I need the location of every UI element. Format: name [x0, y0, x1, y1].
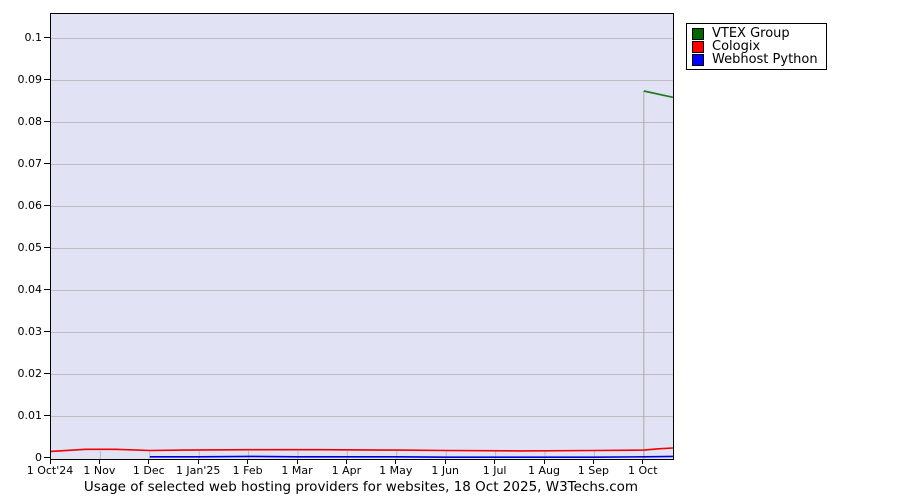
y-axis-tick [44, 37, 50, 38]
legend-swatch-icon [692, 28, 704, 40]
series-line-vtex-group [644, 91, 673, 97]
y-axis-tick-label: 0.1 [0, 31, 42, 45]
y-axis-tick-label: 0.08 [0, 115, 42, 129]
y-axis-tick-label: 0.06 [0, 199, 42, 213]
y-axis-tick [44, 205, 50, 206]
chart-plot-area [50, 13, 674, 460]
y-axis-tick-label: 0.03 [0, 325, 42, 339]
legend: VTEX GroupCologixWebhost Python [686, 23, 827, 70]
y-axis-tick-label: 0.01 [0, 409, 42, 423]
legend-item-webhost-python: Webhost Python [692, 53, 818, 66]
y-axis-tick [44, 457, 50, 458]
y-axis-tick-label: 0.05 [0, 241, 42, 255]
y-axis-tick [44, 163, 50, 164]
legend-swatch-icon [692, 41, 704, 53]
y-axis-tick-label: 0.09 [0, 73, 42, 87]
legend-label: Webhost Python [712, 53, 818, 66]
legend-swatch-icon [692, 54, 704, 66]
y-axis-tick [44, 79, 50, 80]
series-line-webhost-python [150, 456, 673, 457]
y-axis-tick [44, 415, 50, 416]
y-axis-tick [44, 289, 50, 290]
y-axis-tick-label: 0 [0, 451, 42, 465]
y-axis-tick [44, 331, 50, 332]
y-axis-tick-label: 0.07 [0, 157, 42, 171]
series-line-cologix [51, 448, 673, 451]
y-axis-tick-label: 0.02 [0, 367, 42, 381]
chart-canvas [51, 14, 673, 459]
w3techs-chart: 0 0.01 0.02 0.03 0.04 0.05 0.06 0.07 0.08 0.09 0.1… [0, 0, 900, 500]
chart-title: Usage of selected web hosting providers … [50, 479, 672, 495]
y-axis-tick [44, 373, 50, 374]
y-axis-tick-label: 0.04 [0, 283, 42, 297]
x-axis-tick-label: 1 Oct [608, 464, 678, 477]
y-axis-tick [44, 247, 50, 248]
y-axis-tick [44, 121, 50, 122]
